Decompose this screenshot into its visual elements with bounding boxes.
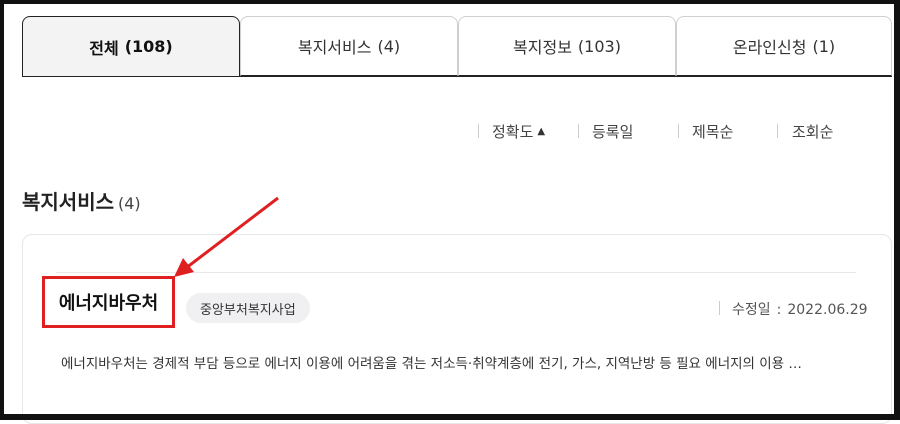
modified-date: 수정일:2022.06.29 <box>732 299 868 319</box>
tab-all-label: 전체 <box>89 38 119 58</box>
sort-registered-label: 등록일 <box>592 122 634 141</box>
tab-welfare-services[interactable]: 복지서비스 (4) <box>240 16 458 76</box>
sort-divider <box>678 124 679 138</box>
modified-label: 수정일 <box>732 302 771 318</box>
sort-accuracy-label: 정확도 <box>492 122 534 141</box>
triangle-up-icon: ▲ <box>537 125 546 137</box>
tab-all[interactable]: 전체 (108) <box>22 16 240 77</box>
tab-welfare-info[interactable]: 복지정보 (103) <box>458 16 676 76</box>
sort-divider <box>478 124 479 138</box>
sort-registered[interactable]: 등록일 <box>592 120 633 142</box>
tab-baseline <box>22 76 892 77</box>
category-badge-text: 중앙부처복지사업 <box>200 302 296 318</box>
category-badge: 중앙부처복지사업 <box>186 293 310 323</box>
meta-divider <box>719 301 720 315</box>
sort-views-label: 조회순 <box>792 122 834 141</box>
section-title: 복지서비스 (4) <box>22 186 141 215</box>
sort-title[interactable]: 제목순 <box>692 120 733 142</box>
tab-online-apply-count: (1) <box>812 36 836 56</box>
result-title-text: 에너지바우처 <box>58 293 159 314</box>
category-tabs: 전체 (108) 복지서비스 (4) 복지정보 (103) 온라인신청 (1) <box>22 16 892 77</box>
tab-welfare-services-label: 복지서비스 <box>297 38 372 57</box>
tab-welfare-services-count: (4) <box>377 36 401 56</box>
modified-value: 2022.06.29 <box>787 302 868 318</box>
tab-online-apply-label: 온라인신청 <box>732 38 807 57</box>
tab-all-count: (108) <box>124 37 173 56</box>
sort-divider <box>578 124 579 138</box>
tab-online-apply[interactable]: 온라인신청 (1) <box>676 16 892 76</box>
sort-views[interactable]: 조회순 <box>792 120 833 142</box>
sort-title-label: 제목순 <box>692 122 734 141</box>
section-title-text: 복지서비스 <box>22 190 114 214</box>
sort-options: 정확도 ▲ 등록일 제목순 조회순 <box>470 120 870 142</box>
modified-colon: : <box>776 302 782 318</box>
tab-welfare-info-count: (103) <box>577 36 621 56</box>
result-card <box>22 234 892 424</box>
result-description: 에너지바우처는 경제적 부담 등으로 에너지 이용에 어려움을 겪는 저소득·취… <box>61 356 802 372</box>
sort-divider <box>777 124 778 138</box>
tab-welfare-info-label: 복지정보 <box>513 38 572 57</box>
section-count: (4) <box>118 194 141 213</box>
result-title-link[interactable]: 에너지바우처 <box>42 276 175 328</box>
card-divider <box>56 272 856 273</box>
sort-accuracy[interactable]: 정확도 ▲ <box>492 120 545 142</box>
